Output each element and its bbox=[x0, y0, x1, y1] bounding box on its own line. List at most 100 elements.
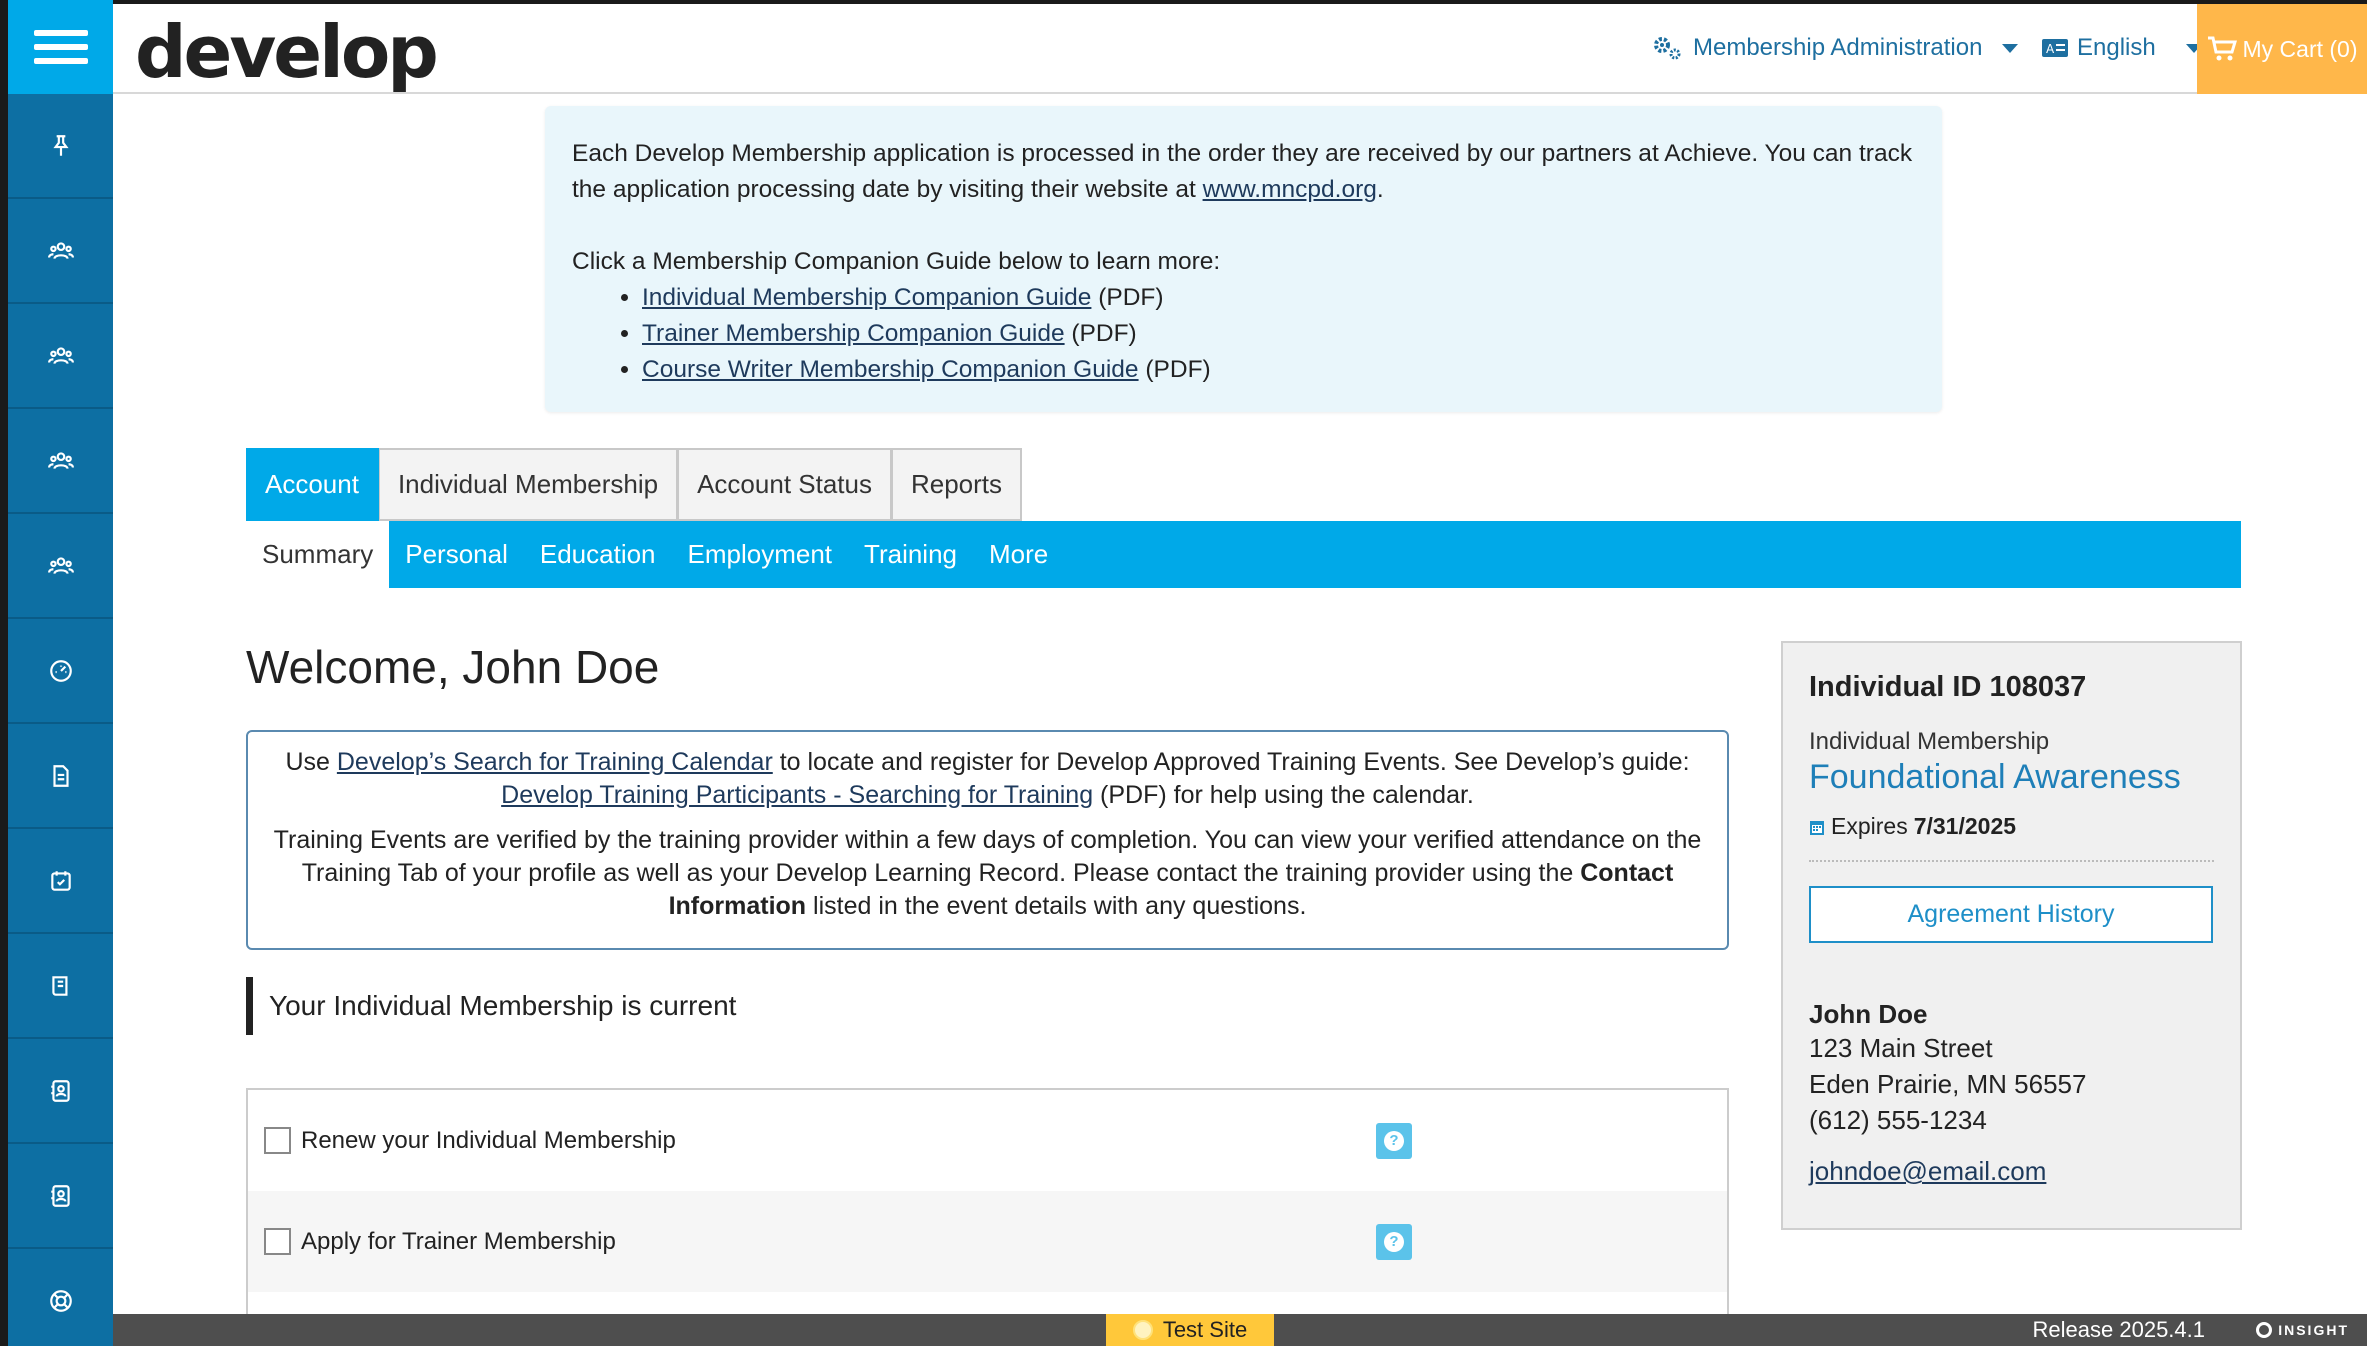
renew-membership-label[interactable]: Renew your Individual Membership bbox=[301, 1127, 676, 1155]
sub-tabs: Summary Personal Education Employment Tr… bbox=[246, 521, 2241, 588]
subtab-summary[interactable]: Summary bbox=[246, 521, 390, 588]
calendar-icon bbox=[1810, 820, 1824, 835]
question-icon: ? bbox=[1384, 1130, 1404, 1151]
test-site-badge: Test Site bbox=[1106, 1314, 1274, 1346]
guide-intro: Click a Membership Companion Guide below… bbox=[572, 248, 1221, 275]
tab-account-status[interactable]: Account Status bbox=[678, 448, 892, 521]
rail-item-calendar[interactable] bbox=[8, 829, 113, 934]
email-link[interactable]: johndoe@email.com bbox=[1809, 1156, 2046, 1187]
rail-item-contact-1[interactable] bbox=[8, 1039, 113, 1144]
dashboard-icon bbox=[49, 659, 72, 682]
search-training-calendar-link[interactable]: Develop’s Search for Training Calendar bbox=[337, 748, 773, 776]
divider bbox=[1809, 860, 2214, 862]
list-item: Individual Membership Companion Guide (P… bbox=[642, 280, 1915, 316]
my-cart-button[interactable]: My Cart (0) bbox=[2197, 4, 2367, 94]
hamburger-menu-button[interactable] bbox=[8, 0, 113, 94]
membership-admin-label: Membership Administration bbox=[1693, 34, 1983, 61]
member-profile-card: Individual ID 108037 Individual Membersh… bbox=[1781, 641, 2242, 1230]
subtab-employment[interactable]: Employment bbox=[672, 521, 849, 588]
individual-guide-link[interactable]: Individual Membership Companion Guide bbox=[642, 284, 1091, 311]
list-item: Apply for Trainer Membership ? bbox=[248, 1191, 1727, 1292]
rail-item-contact-2[interactable] bbox=[8, 1144, 113, 1249]
apply-trainer-label[interactable]: Apply for Trainer Membership bbox=[301, 1228, 616, 1256]
gears-icon bbox=[1654, 37, 1681, 60]
document-icon bbox=[52, 764, 69, 787]
rail-item-users-1[interactable] bbox=[8, 199, 113, 304]
membership-type: Individual Membership bbox=[1809, 728, 2050, 755]
subtab-education[interactable]: Education bbox=[524, 521, 672, 588]
subtab-personal[interactable]: Personal bbox=[389, 521, 524, 588]
rail-item-users-4[interactable] bbox=[8, 514, 113, 619]
users-icon bbox=[47, 346, 74, 364]
pin-icon bbox=[52, 134, 69, 156]
users-icon bbox=[47, 241, 74, 259]
list-item: Trainer Membership Companion Guide (PDF) bbox=[642, 316, 1915, 352]
insight-brand: INSIGHT bbox=[2278, 1322, 2349, 1338]
agreement-history-button[interactable]: Agreement History bbox=[1809, 886, 2213, 943]
training-verification-text: Training Events are verified by the trai… bbox=[268, 824, 1707, 923]
svg-text:A: A bbox=[2046, 42, 2055, 56]
expires-date: 7/31/2025 bbox=[1913, 813, 2017, 839]
list-item: Course Writer Membership Companion Guide… bbox=[642, 352, 1915, 388]
apply-trainer-checkbox[interactable] bbox=[264, 1228, 291, 1255]
tab-account[interactable]: Account bbox=[246, 448, 379, 521]
pdf-label: (PDF) bbox=[1138, 356, 1211, 383]
training-text: Use bbox=[285, 748, 337, 776]
chevron-down-icon bbox=[2002, 43, 2019, 53]
address-city: Eden Prairie, MN 56557 bbox=[1809, 1069, 2087, 1099]
membership-status-heading: Your Individual Membership is current bbox=[246, 977, 736, 1035]
course-writer-guide-link[interactable]: Course Writer Membership Companion Guide bbox=[642, 356, 1139, 383]
training-text: (PDF) for help using the calendar. bbox=[1093, 781, 1474, 809]
rail-item-users-3[interactable] bbox=[8, 409, 113, 514]
notice-text: Each Develop Membership application is p… bbox=[572, 136, 1915, 208]
rail-item-document[interactable] bbox=[8, 724, 113, 829]
pdf-label: (PDF) bbox=[1091, 284, 1164, 311]
expires-label: Expires bbox=[1831, 813, 1908, 839]
trainer-guide-link[interactable]: Trainer Membership Companion Guide bbox=[642, 320, 1065, 347]
users-icon bbox=[47, 451, 74, 469]
training-text: Training Events are verified by the trai… bbox=[273, 826, 1702, 887]
rail-item-users-2[interactable] bbox=[8, 304, 113, 409]
individual-id: Individual ID 108037 bbox=[1809, 671, 2087, 703]
language-icon: A bbox=[2042, 39, 2068, 57]
top-bar: develop Membership Administration A Engl… bbox=[113, 0, 2367, 94]
page-title: Welcome, John Doe bbox=[246, 641, 660, 693]
subtab-training[interactable]: Training bbox=[848, 521, 973, 588]
mncpd-link[interactable]: www.mncpd.org bbox=[1203, 176, 1377, 203]
membership-admin-menu[interactable]: Membership Administration bbox=[1651, 34, 2019, 62]
training-text: to locate and register for Develop Appro… bbox=[772, 748, 1690, 776]
renew-membership-checkbox[interactable] bbox=[264, 1127, 291, 1154]
guide-list: Individual Membership Companion Guide (P… bbox=[642, 280, 1915, 388]
member-name: John Doe bbox=[1809, 999, 1928, 1029]
training-participants-guide-link[interactable]: Develop Training Participants - Searchin… bbox=[501, 781, 1093, 809]
help-button[interactable]: ? bbox=[1376, 1223, 1412, 1260]
subtab-more[interactable]: More bbox=[973, 521, 1064, 588]
left-rail bbox=[0, 0, 113, 1346]
cart-icon bbox=[2207, 36, 2237, 61]
contact-card-icon bbox=[50, 1184, 70, 1207]
my-cart-label: My Cart (0) bbox=[2242, 35, 2358, 62]
insight-logo: INSIGHT bbox=[2256, 1314, 2349, 1346]
rail-item-book[interactable] bbox=[8, 934, 113, 1039]
language-selector[interactable]: A English bbox=[2041, 34, 2202, 62]
insight-ring-icon bbox=[2256, 1322, 2273, 1338]
help-button[interactable]: ? bbox=[1376, 1122, 1412, 1159]
rail-item-dashboard[interactable] bbox=[8, 619, 113, 724]
language-label: English bbox=[2077, 34, 2156, 61]
tab-reports[interactable]: Reports bbox=[891, 448, 1023, 521]
membership-actions-list: Renew your Individual Membership ? Apply… bbox=[246, 1088, 1729, 1346]
rail-item-pin[interactable] bbox=[8, 94, 113, 199]
list-item: Renew your Individual Membership ? bbox=[248, 1090, 1727, 1191]
tab-individual-membership[interactable]: Individual Membership bbox=[378, 448, 679, 521]
users-icon bbox=[47, 556, 74, 574]
footer-bar: Test Site Release 2025.4.1 INSIGHT bbox=[113, 1314, 2367, 1346]
calendar-icon bbox=[50, 870, 71, 891]
release-version: Release 2025.4.1 bbox=[2032, 1317, 2205, 1342]
question-icon: ? bbox=[1384, 1231, 1404, 1252]
rail-item-support[interactable] bbox=[8, 1249, 113, 1346]
address-street: 123 Main Street bbox=[1809, 1033, 1993, 1063]
develop-logo[interactable]: develop bbox=[135, 10, 439, 94]
pdf-label: (PDF) bbox=[1064, 320, 1137, 347]
main-tabs: Account Individual Membership Account St… bbox=[246, 448, 1023, 521]
status-dot-icon bbox=[1132, 1320, 1153, 1340]
